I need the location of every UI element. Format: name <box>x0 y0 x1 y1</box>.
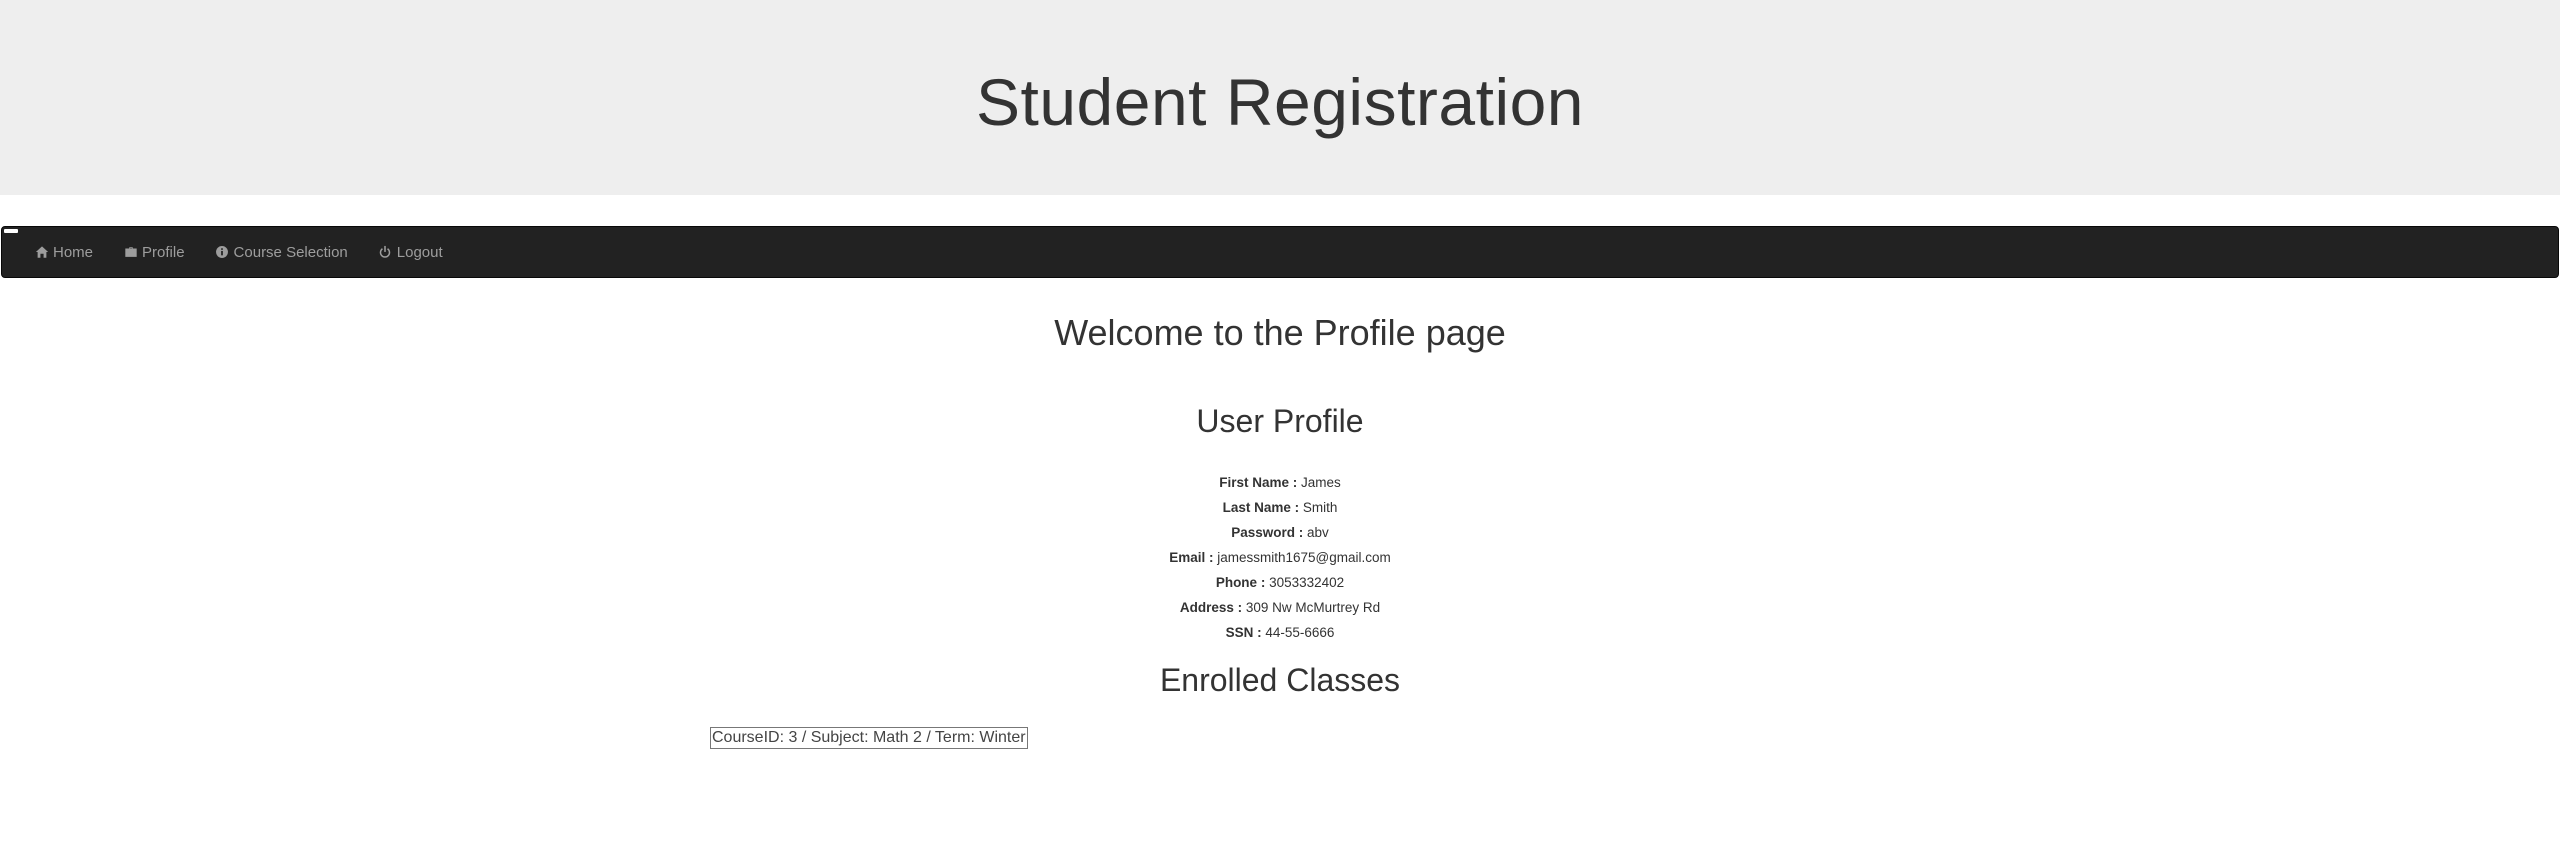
profile-details: First Name : James Last Name : Smith Pas… <box>0 470 2560 645</box>
site-title: Student Registration <box>975 64 1585 139</box>
address-value: 309 Nw McMurtrey Rd <box>1245 600 1381 615</box>
email-label: Email : <box>1169 550 1214 565</box>
home-icon <box>34 245 49 260</box>
nav-label-home: Home <box>53 243 94 261</box>
ssn-value: 44-55-6666 <box>1265 625 1335 640</box>
first-name-label: First Name : <box>1219 475 1298 490</box>
nav-list: Home Profile Course Selection Logout <box>18 227 458 277</box>
profile-phone: Phone : 3053332402 <box>0 570 2560 595</box>
nav-item-logout[interactable]: Logout <box>363 227 458 277</box>
nav-label-logout: Logout <box>396 243 443 261</box>
profile-address: Address : 309 Nw McMurtrey Rd <box>0 595 2560 620</box>
welcome-heading: Welcome to the Profile page <box>1054 312 1506 353</box>
briefcase-icon <box>123 245 138 260</box>
navbar-toggle[interactable] <box>4 229 18 233</box>
power-icon <box>378 245 393 260</box>
enrolled-class-item: CourseID: 3 / Subject: Math 2 / Term: Wi… <box>710 727 1028 749</box>
address-label: Address : <box>1179 600 1243 615</box>
user-profile-heading: User Profile <box>1196 403 1364 439</box>
nav-item-course-selection[interactable]: Course Selection <box>200 227 363 277</box>
first-name-value: James <box>1301 475 1341 490</box>
info-icon <box>215 245 230 260</box>
profile-first-name: First Name : James <box>0 470 2560 495</box>
phone-label: Phone : <box>1215 575 1266 590</box>
navbar: Home Profile Course Selection Logout <box>1 226 2559 278</box>
nav-item-home[interactable]: Home <box>18 227 108 277</box>
profile-email: Email : jamessmith1675@gmail.com <box>0 545 2560 570</box>
page-header: Student Registration <box>0 0 2560 195</box>
enrolled-classes-heading: Enrolled Classes <box>1159 662 1401 698</box>
last-name-label: Last Name : <box>1222 500 1300 515</box>
nav-item-profile[interactable]: Profile <box>108 227 200 277</box>
phone-value: 3053332402 <box>1269 575 1345 590</box>
profile-ssn: SSN : 44-55-6666 <box>0 620 2560 645</box>
profile-last-name: Last Name : Smith <box>0 495 2560 520</box>
profile-password: Password : abv <box>0 520 2560 545</box>
nav-label-profile: Profile <box>142 243 185 261</box>
ssn-label: SSN : <box>1225 625 1262 640</box>
last-name-value: Smith <box>1302 500 1338 515</box>
password-label: Password : <box>1231 525 1304 540</box>
password-value: abv <box>1307 525 1329 540</box>
email-value: jamessmith1675@gmail.com <box>1217 550 1391 565</box>
nav-label-course-selection: Course Selection <box>233 243 348 261</box>
